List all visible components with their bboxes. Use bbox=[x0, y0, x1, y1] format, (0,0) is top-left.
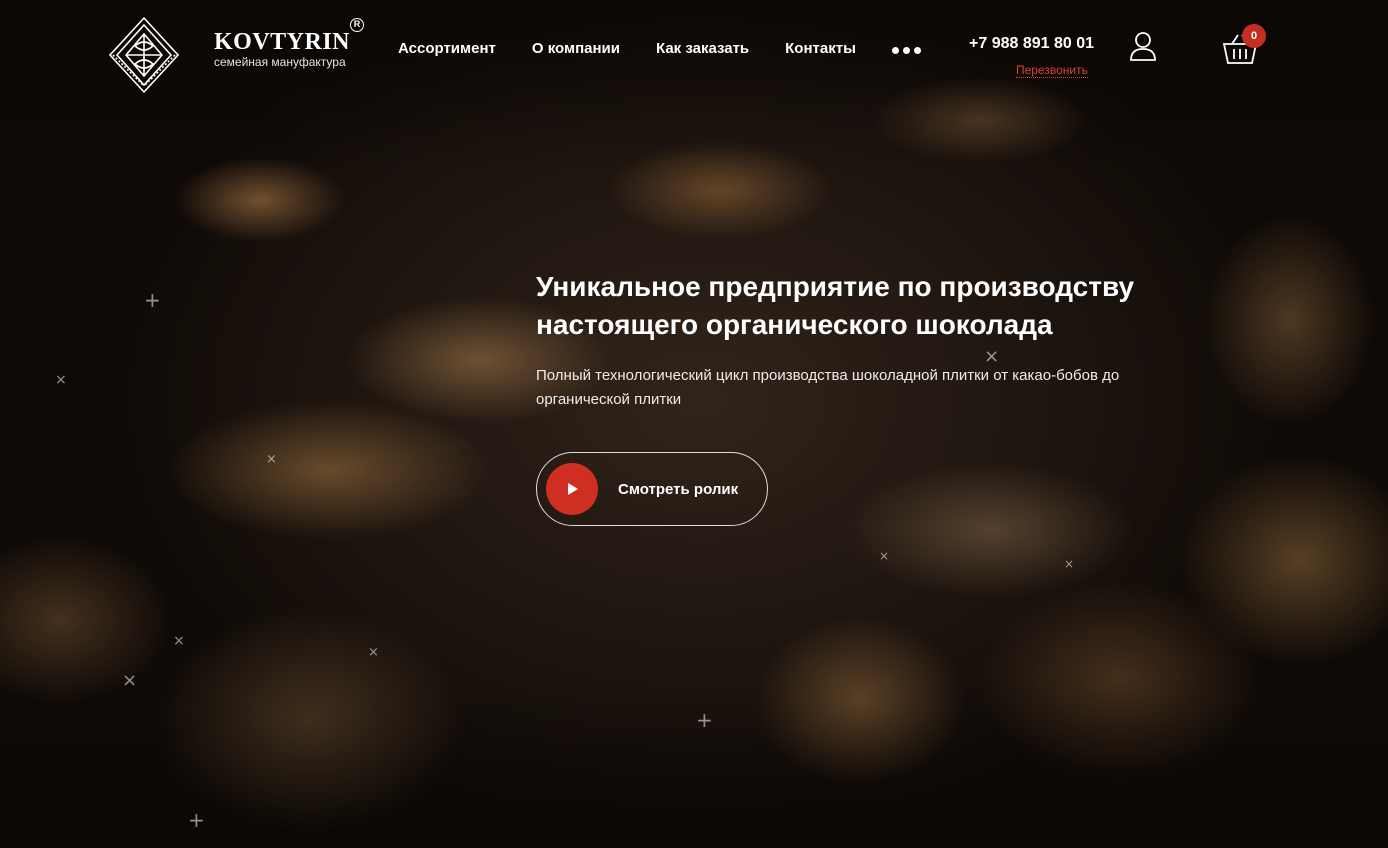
sparkle-icon: × bbox=[55, 372, 67, 388]
site-header: KOVTYRIN R семейная мануфактура Ассортим… bbox=[0, 0, 1388, 100]
nav-item-assortment[interactable]: Ассортимент bbox=[398, 40, 496, 57]
brand-name: KOVTYRIN bbox=[214, 29, 351, 55]
nav-item-how-to-order[interactable]: Как заказать bbox=[656, 40, 749, 57]
sparkle-icon: × bbox=[173, 633, 185, 649]
play-icon bbox=[546, 463, 598, 515]
watch-video-button[interactable]: Смотреть ролик bbox=[536, 452, 768, 526]
user-icon[interactable] bbox=[1128, 30, 1158, 62]
hero-title-line-1: Уникальное предприятие по производству bbox=[536, 271, 1135, 302]
nav-item-contacts[interactable]: Контакты bbox=[785, 40, 856, 57]
phone-number[interactable]: +7 988 891 80 01 bbox=[969, 35, 1094, 53]
nav-item-about[interactable]: О компании bbox=[532, 40, 620, 57]
sparkle-icon: × bbox=[266, 452, 277, 467]
sparkle-icon: × bbox=[879, 549, 890, 563]
sparkle-icon: + bbox=[696, 708, 713, 732]
callback-link[interactable]: Перезвонить bbox=[1016, 63, 1088, 78]
logo-emblem-icon[interactable] bbox=[108, 16, 180, 94]
sparkle-icon: + bbox=[144, 288, 161, 312]
hero-description: Полный технологический цикл производства… bbox=[536, 367, 1120, 408]
more-dots-icon[interactable] bbox=[891, 43, 921, 54]
registered-mark-icon: R bbox=[350, 18, 364, 32]
sparkle-icon: × bbox=[1064, 557, 1075, 571]
cart-count-badge: 0 bbox=[1242, 24, 1266, 48]
sparkle-icon: + bbox=[188, 808, 205, 832]
hero-title-line-2: настоящего органического шоколада bbox=[536, 309, 1053, 340]
watch-video-label: Смотреть ролик bbox=[618, 480, 739, 498]
hero-section: Уникальное предприятие по производству н… bbox=[536, 268, 1236, 526]
hero-title: Уникальное предприятие по производству н… bbox=[536, 268, 1236, 344]
brand-tagline: семейная мануфактура bbox=[214, 55, 346, 69]
sparkle-icon: × bbox=[122, 670, 138, 691]
main-nav: Ассортимент О компании Как заказать Конт… bbox=[398, 40, 921, 57]
logo-wordmark[interactable]: KOVTYRIN R семейная мануфактура bbox=[214, 18, 364, 69]
sparkle-icon: × bbox=[368, 645, 379, 660]
